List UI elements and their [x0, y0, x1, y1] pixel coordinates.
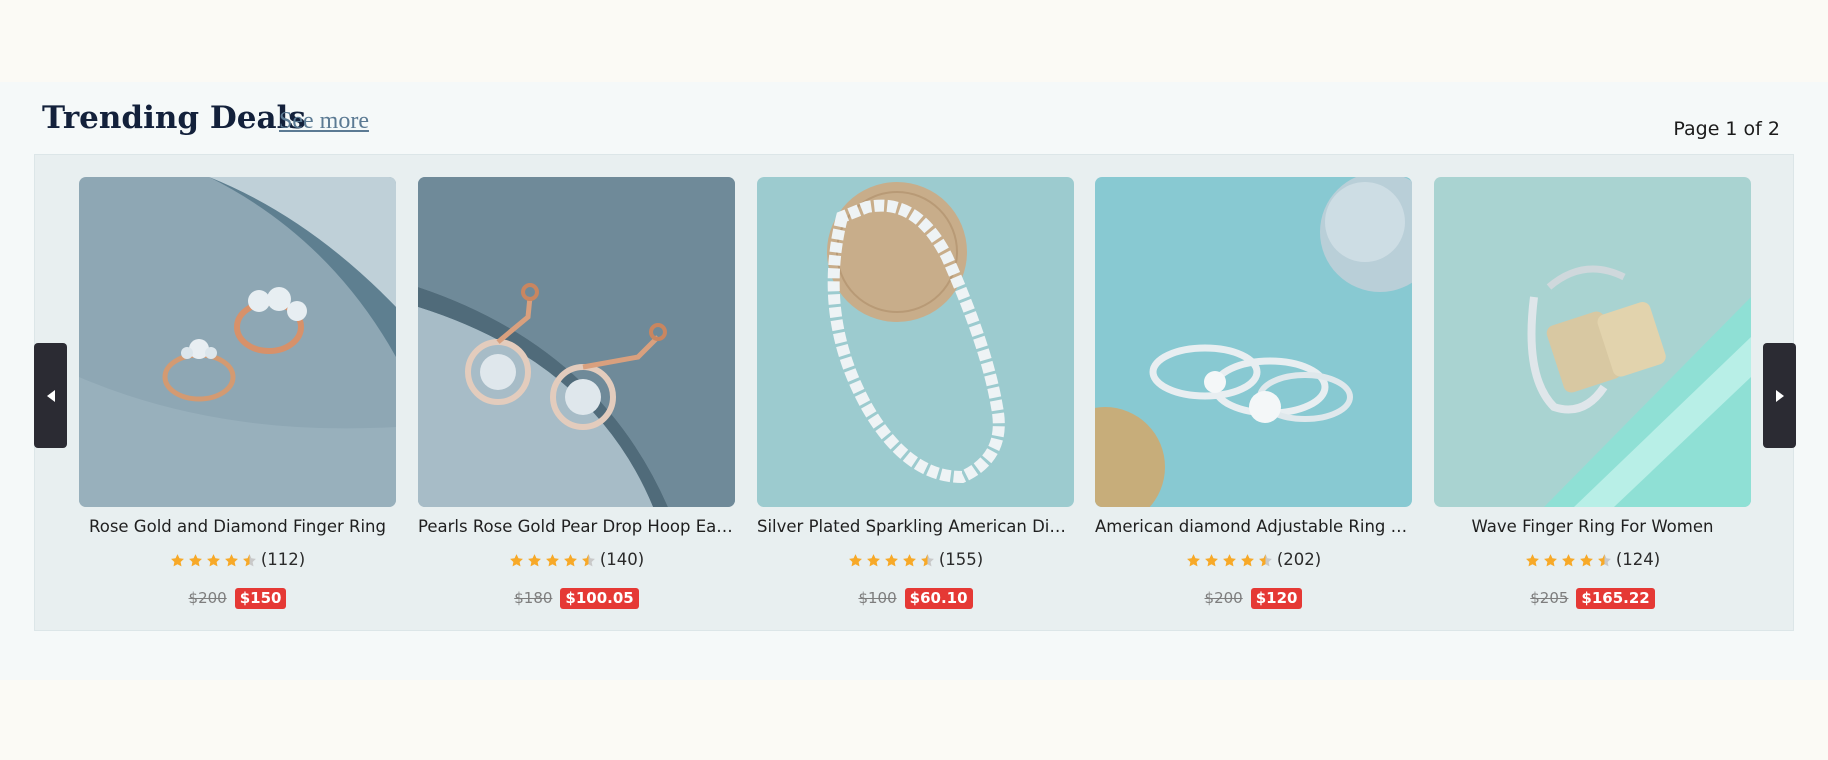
original-price: $200 — [188, 589, 227, 607]
star-icon — [188, 553, 203, 568]
star-icon — [527, 553, 542, 568]
price-row: $180 $100.05 — [418, 586, 735, 610]
product-card[interactable]: American diamond Adjustable Ring Co... (… — [1095, 177, 1412, 610]
product-name[interactable]: Pearls Rose Gold Pear Drop Hoop Earrin..… — [418, 514, 735, 540]
product-card[interactable]: Wave Finger Ring For Women (124) $205 $1… — [1434, 177, 1751, 610]
star-icon — [206, 553, 221, 568]
star-icon — [1222, 553, 1237, 568]
product-image[interactable] — [418, 177, 735, 507]
carousel-next-button[interactable] — [1763, 343, 1796, 448]
caret-left-icon — [46, 389, 55, 402]
product-rating: (112) — [79, 547, 396, 573]
product-card[interactable]: Pearls Rose Gold Pear Drop Hoop Earrin..… — [418, 177, 735, 610]
section-title: Trending Deals — [42, 100, 306, 136]
product-name[interactable]: American diamond Adjustable Ring Co... — [1095, 514, 1412, 540]
carousel-prev-button[interactable] — [34, 343, 67, 448]
star-icon — [902, 553, 917, 568]
star-icon — [1543, 553, 1558, 568]
price-row: $200 $120 — [1095, 586, 1412, 610]
star-rating — [848, 553, 935, 568]
half-star-icon — [1597, 553, 1612, 568]
page-indicator: Page 1 of 2 — [1673, 118, 1780, 140]
product-name[interactable]: Wave Finger Ring For Women — [1434, 514, 1751, 540]
sale-price-badge: $100.05 — [560, 587, 639, 609]
star-icon — [1204, 553, 1219, 568]
see-more-link[interactable]: See more — [279, 106, 369, 136]
sale-price-badge: $120 — [1250, 587, 1303, 609]
star-rating — [1525, 553, 1612, 568]
price-row: $200 $150 — [79, 586, 396, 610]
sale-price-badge: $60.10 — [904, 587, 973, 609]
review-count: (112) — [260, 550, 306, 569]
review-count: (140) — [599, 550, 645, 569]
caret-right-icon — [1775, 389, 1784, 402]
star-rating — [170, 553, 257, 568]
product-image[interactable] — [1434, 177, 1751, 507]
product-rating: (202) — [1095, 547, 1412, 573]
half-star-icon — [1258, 553, 1273, 568]
sale-price-badge: $150 — [234, 587, 287, 609]
original-price: $180 — [514, 589, 553, 607]
review-count: (155) — [938, 550, 984, 569]
price-row: $205 $165.22 — [1434, 586, 1751, 610]
price-row: $100 $60.10 — [757, 586, 1074, 610]
star-icon — [563, 553, 578, 568]
star-icon — [884, 553, 899, 568]
product-rating: (155) — [757, 547, 1074, 573]
star-icon — [224, 553, 239, 568]
product-image[interactable] — [757, 177, 1074, 507]
half-star-icon — [242, 553, 257, 568]
star-rating — [509, 553, 596, 568]
star-icon — [848, 553, 863, 568]
original-price: $205 — [1530, 589, 1569, 607]
star-icon — [1579, 553, 1594, 568]
sale-price-badge: $165.22 — [1576, 587, 1655, 609]
product-rating: (140) — [418, 547, 735, 573]
product-name[interactable]: Silver Plated Sparkling American Diam... — [757, 514, 1074, 540]
star-rating — [1186, 553, 1273, 568]
star-icon — [1240, 553, 1255, 568]
product-image[interactable] — [1095, 177, 1412, 507]
product-rating: (124) — [1434, 547, 1751, 573]
star-icon — [1525, 553, 1540, 568]
product-name[interactable]: Rose Gold and Diamond Finger Ring — [79, 514, 396, 540]
product-image[interactable] — [79, 177, 396, 507]
review-count: (124) — [1615, 550, 1661, 569]
product-card[interactable]: Rose Gold and Diamond Finger Ring (112) … — [79, 177, 396, 610]
star-icon — [170, 553, 185, 568]
half-star-icon — [920, 553, 935, 568]
star-icon — [866, 553, 881, 568]
star-icon — [1561, 553, 1576, 568]
original-price: $200 — [1204, 589, 1243, 607]
star-icon — [1186, 553, 1201, 568]
review-count: (202) — [1276, 550, 1322, 569]
star-icon — [545, 553, 560, 568]
product-card[interactable]: Silver Plated Sparkling American Diam...… — [757, 177, 1074, 610]
original-price: $100 — [858, 589, 897, 607]
half-star-icon — [581, 553, 596, 568]
star-icon — [509, 553, 524, 568]
